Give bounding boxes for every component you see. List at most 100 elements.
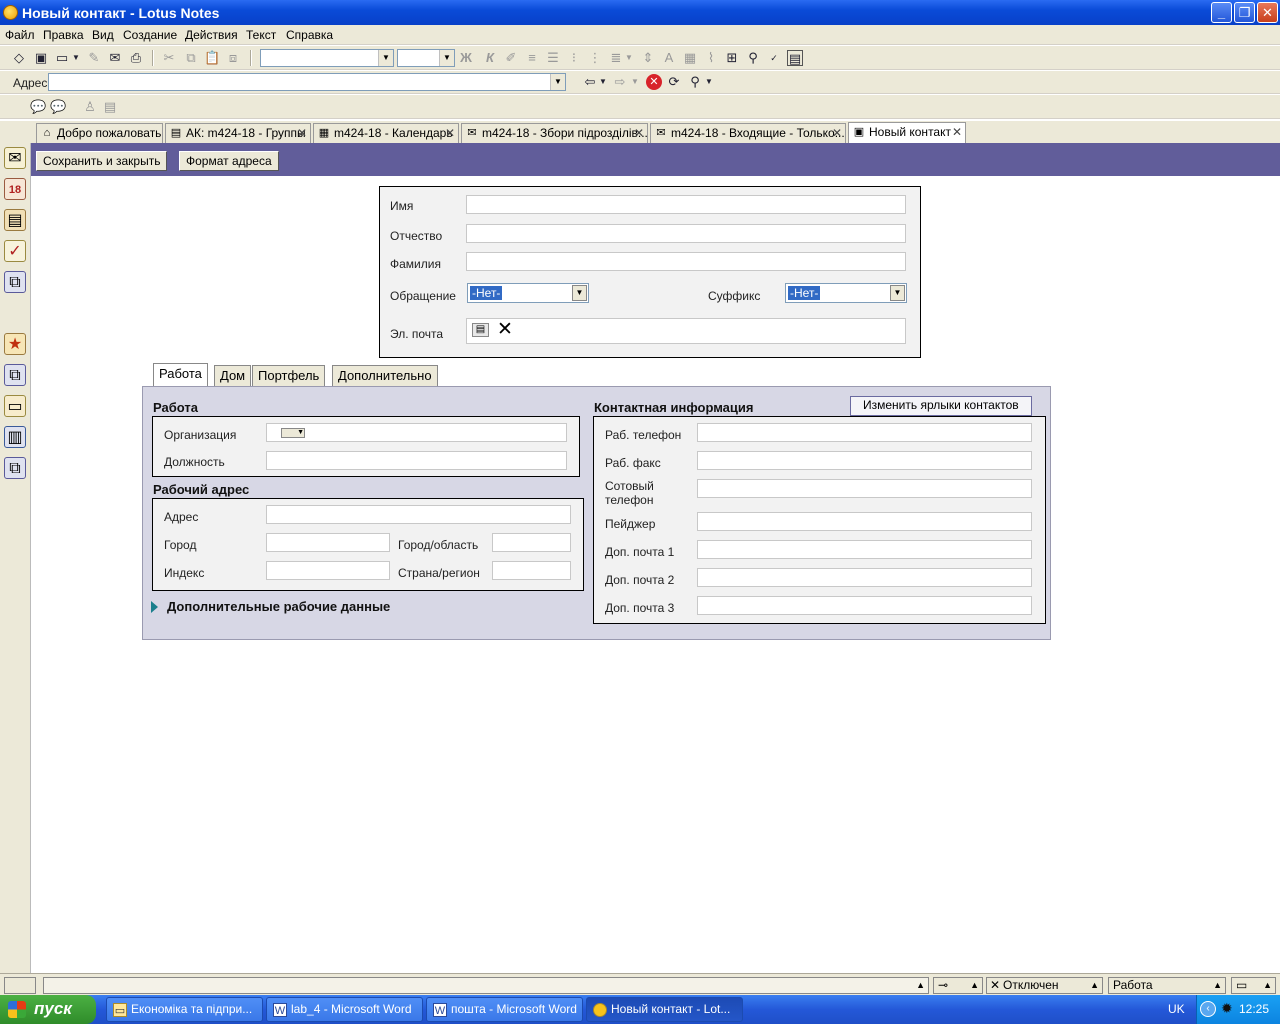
start-button[interactable]: пуск bbox=[0, 995, 96, 1024]
menu-actions[interactable]: Действия bbox=[185, 28, 238, 42]
inbox-status-icon[interactable]: ▭ ▲ bbox=[1231, 977, 1276, 994]
font-family-select[interactable]: ▼ bbox=[260, 49, 394, 67]
page-icon[interactable]: ▤ bbox=[787, 50, 803, 66]
position-input[interactable] bbox=[266, 451, 567, 470]
middle-name-input[interactable] bbox=[466, 224, 906, 243]
notes-icon[interactable]: ▤ bbox=[102, 99, 118, 115]
search-icon[interactable]: ⚲ bbox=[687, 74, 703, 90]
chevron-down-icon[interactable]: ▼ bbox=[71, 50, 81, 66]
address-format-button[interactable]: Формат адреса bbox=[179, 151, 279, 171]
edit-document-icon[interactable]: ✎ bbox=[86, 50, 102, 66]
taskbar-item-word-lab4[interactable]: Wlab_4 - Microsoft Word bbox=[266, 997, 423, 1022]
tab-portfolio[interactable]: Портфель bbox=[252, 365, 326, 386]
tab-additional[interactable]: Дополнительно bbox=[332, 365, 438, 386]
open-folder-icon[interactable]: ▭ bbox=[54, 50, 70, 66]
italic-icon[interactable]: К bbox=[482, 50, 498, 66]
copy-icon[interactable]: ⧉ bbox=[183, 50, 199, 66]
highlighter-icon[interactable]: ✐ bbox=[503, 50, 519, 66]
table-icon[interactable]: ▦ bbox=[682, 50, 698, 66]
status-message-area[interactable]: ▲ bbox=[43, 977, 929, 994]
country-input[interactable] bbox=[492, 561, 571, 580]
menu-file[interactable]: Файл bbox=[5, 28, 35, 42]
zip-input[interactable] bbox=[266, 561, 390, 580]
save-and-close-button[interactable]: Сохранить и закрыть bbox=[36, 151, 168, 171]
numbered-list-icon[interactable]: ⋮ bbox=[587, 50, 603, 66]
chat-group-icon[interactable]: 💬 bbox=[50, 99, 66, 115]
stop-icon[interactable]: ✕ bbox=[646, 74, 662, 90]
salutation-select[interactable]: -Нет- ▼ bbox=[467, 283, 589, 303]
tab-work[interactable]: Работа bbox=[153, 363, 208, 387]
online-status[interactable]: ✕ Отключен ▲ bbox=[986, 977, 1103, 994]
tab-inbox[interactable]: ✉ m424-18 - Входящие - Только... ✕ bbox=[650, 123, 846, 143]
menu-create[interactable]: Создание bbox=[123, 28, 177, 42]
location-status[interactable]: Работа ▲ bbox=[1108, 977, 1226, 994]
bullet-list-icon[interactable]: ⁝ bbox=[566, 50, 582, 66]
find-binoculars-icon[interactable]: ⚲ bbox=[745, 50, 761, 66]
calendar-icon[interactable]: 18 bbox=[4, 178, 26, 200]
mail-icon[interactable]: ✉ bbox=[4, 147, 26, 169]
organization-input[interactable]: ▼ bbox=[266, 423, 567, 442]
close-icon[interactable]: ✕ bbox=[297, 126, 307, 140]
taskbar-item-folder[interactable]: ▭ Економіка та підпри... bbox=[106, 997, 263, 1022]
work-address-input[interactable] bbox=[266, 505, 571, 524]
indent-icon[interactable]: ≣ bbox=[608, 50, 624, 66]
city-input[interactable] bbox=[266, 533, 390, 552]
databases-icon[interactable]: ⧉ bbox=[4, 364, 26, 386]
chevron-left-icon[interactable]: ‹ bbox=[1200, 1001, 1216, 1017]
extra-work-toggle[interactable]: Дополнительные рабочие данные bbox=[167, 599, 390, 614]
text-style-icon[interactable]: A bbox=[661, 50, 677, 66]
restore-button[interactable]: ❐ bbox=[1234, 2, 1255, 23]
more-bookmarks-icon[interactable]: ⧉ bbox=[4, 457, 26, 479]
person-icon[interactable]: ♙ bbox=[82, 99, 98, 115]
pager-input[interactable] bbox=[697, 512, 1032, 531]
security-keys-icon[interactable]: ⊸ ▲ bbox=[933, 977, 983, 994]
email-input[interactable]: ▤ ✕ bbox=[466, 318, 906, 344]
work-phone-input[interactable] bbox=[697, 423, 1032, 442]
work-fax-input[interactable] bbox=[697, 451, 1032, 470]
organization-dropdown-icon[interactable]: ▼ bbox=[281, 428, 305, 438]
close-icon[interactable]: ✕ bbox=[634, 126, 644, 140]
first-name-input[interactable] bbox=[466, 195, 906, 214]
paste-icon[interactable]: 📋 bbox=[204, 50, 220, 66]
language-indicator[interactable]: UK bbox=[1168, 1002, 1185, 1016]
chat-icon[interactable]: 💬 bbox=[30, 99, 46, 115]
address-book-icon[interactable]: ▤ bbox=[472, 323, 489, 337]
close-icon[interactable]: ✕ bbox=[445, 126, 455, 140]
new-icon[interactable]: ◇ bbox=[11, 50, 27, 66]
close-button[interactable]: ✕ bbox=[1257, 2, 1278, 23]
font-size-select[interactable]: ▼ bbox=[397, 49, 455, 67]
minimize-button[interactable]: _ bbox=[1211, 2, 1232, 23]
chevron-down-icon[interactable]: ▼ bbox=[704, 74, 714, 90]
extra-email-3-input[interactable] bbox=[697, 596, 1032, 615]
chevron-down-icon[interactable]: ▼ bbox=[598, 74, 608, 90]
align-left-icon[interactable]: ≡ bbox=[524, 50, 540, 66]
replication-icon[interactable]: ⧉ bbox=[4, 271, 26, 293]
extra-email-2-input[interactable] bbox=[697, 568, 1032, 587]
edit-contact-labels-button[interactable]: Изменить ярлыки контактов bbox=[850, 396, 1032, 416]
properties-icon[interactable]: ⊞ bbox=[724, 50, 740, 66]
state-input[interactable] bbox=[492, 533, 571, 552]
forward-arrow-icon[interactable]: ⇨ bbox=[612, 74, 628, 90]
attach-icon[interactable]: ⌇ bbox=[703, 50, 719, 66]
align-center-icon[interactable]: ☰ bbox=[545, 50, 561, 66]
expand-triangle-icon[interactable] bbox=[151, 601, 158, 613]
tab-calendar[interactable]: ▦ m424-18 - Календарь ✕ bbox=[313, 123, 459, 143]
taskbar-item-lotus[interactable]: Новый контакт - Lot... bbox=[586, 997, 743, 1022]
tab-groups[interactable]: ▤ АК: m424-18 - Группы ✕ bbox=[165, 123, 311, 143]
menu-help[interactable]: Справка bbox=[286, 28, 333, 42]
bold-icon[interactable]: Ж bbox=[458, 50, 474, 66]
menu-text[interactable]: Текст bbox=[246, 28, 276, 42]
folder-icon[interactable]: ▭ bbox=[4, 395, 26, 417]
clear-email-icon[interactable]: ✕ bbox=[497, 319, 513, 341]
close-icon[interactable]: ✕ bbox=[952, 125, 962, 139]
paragraph-spacing-icon[interactable]: ⇕ bbox=[640, 50, 656, 66]
address-input[interactable]: ▼ bbox=[48, 73, 566, 91]
workspace-icon[interactable]: ▥ bbox=[4, 426, 26, 448]
send-mail-icon[interactable]: ✉ bbox=[107, 50, 123, 66]
extra-email-1-input[interactable] bbox=[697, 540, 1032, 559]
tab-meetings[interactable]: ✉ m424-18 - Збори підрозділів... ✕ bbox=[461, 123, 648, 143]
tab-welcome[interactable]: ⌂ Добро пожаловать bbox=[36, 123, 163, 143]
chevron-down-icon[interactable]: ▼ bbox=[630, 74, 640, 90]
taskbar-item-word-mail[interactable]: Wпошта - Microsoft Word bbox=[426, 997, 583, 1022]
suffix-select[interactable]: -Нет- ▼ bbox=[785, 283, 907, 303]
